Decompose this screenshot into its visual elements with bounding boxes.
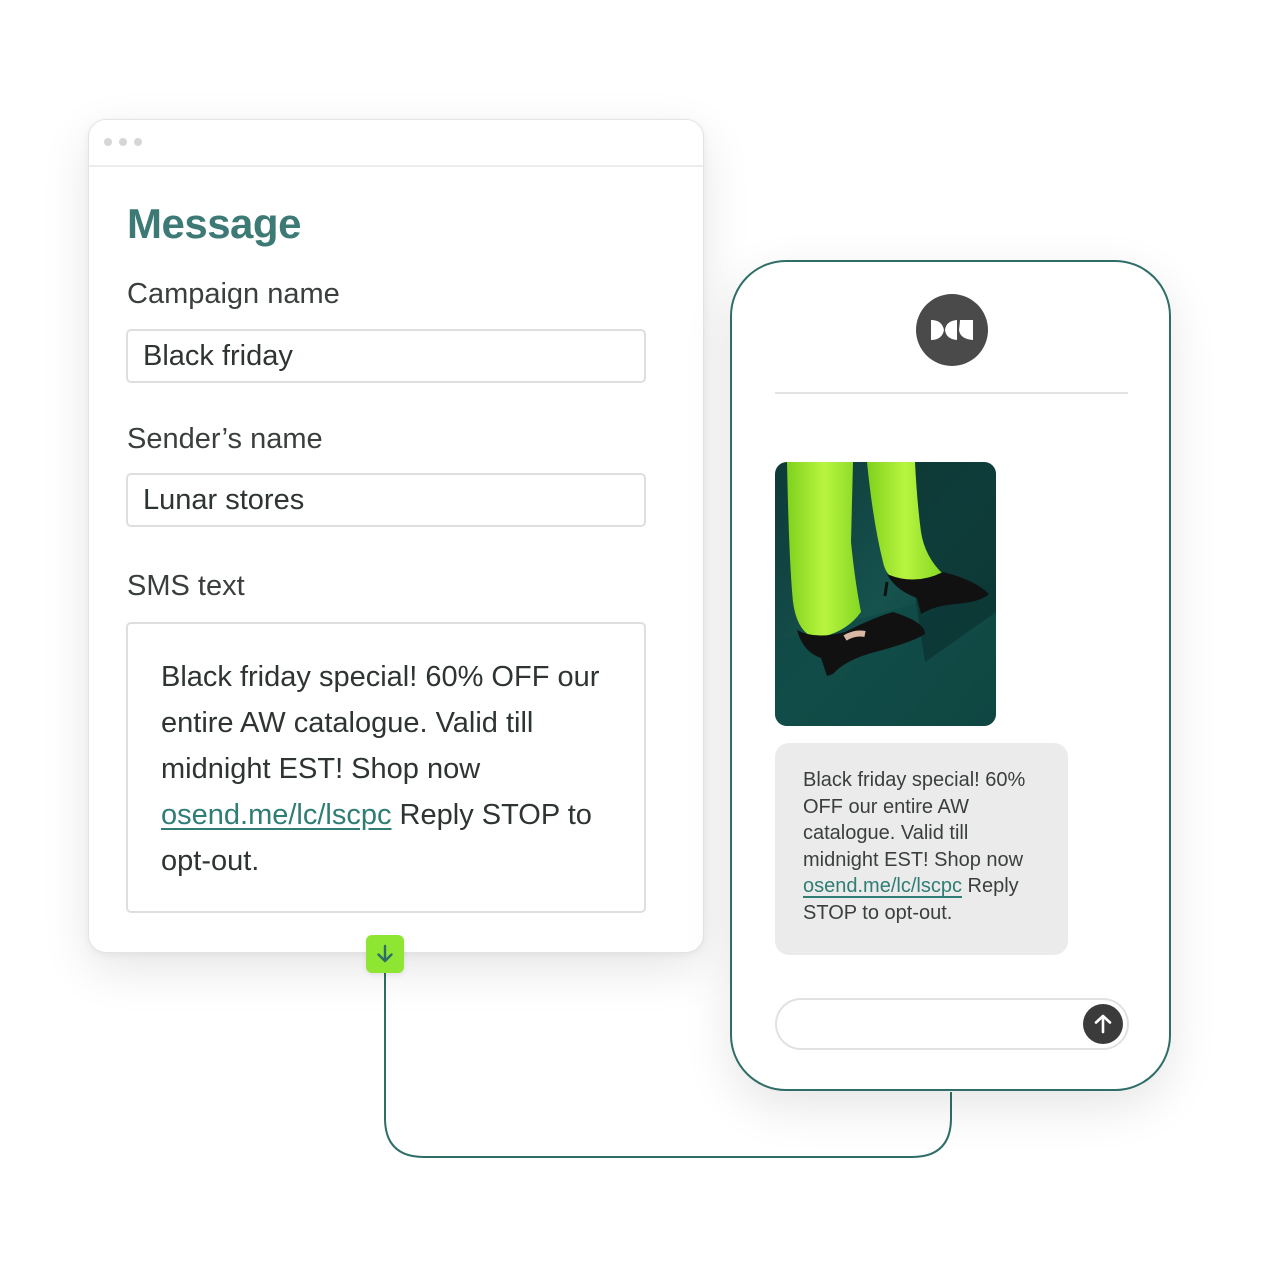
product-image <box>775 462 996 726</box>
bubble-short-link[interactable]: osend.me/lc/lscpc <box>803 875 962 897</box>
window-dot <box>119 138 127 146</box>
message-editor-window: Message Campaign name Black friday Sende… <box>88 119 704 953</box>
phone-divider <box>775 392 1128 394</box>
sender-name-input[interactable]: Lunar stores <box>126 473 646 527</box>
sender-name-label: Sender’s name <box>127 423 323 455</box>
product-photo <box>775 462 996 726</box>
sms-text-body: Black friday special! 60% OFF our entire… <box>161 661 600 785</box>
window-dot <box>134 138 142 146</box>
campaign-name-input[interactable]: Black friday <box>126 329 646 383</box>
sms-short-link[interactable]: osend.me/lc/lscpc <box>161 799 392 831</box>
brand-logo-glyph <box>931 320 973 340</box>
window-dot <box>104 138 112 146</box>
page-title: Message <box>127 200 301 247</box>
compose-input[interactable] <box>775 998 1129 1050</box>
window-titlebar <box>89 120 703 167</box>
sms-text-input[interactable]: Black friday special! 60% OFF our entire… <box>126 622 646 913</box>
send-glyph <box>1094 1014 1112 1034</box>
arrow-down-icon[interactable] <box>366 935 404 973</box>
brand-logo-icon <box>916 294 988 366</box>
phone-preview: Black friday special! 60% OFF our entire… <box>730 260 1171 1091</box>
sms-text-label: SMS text <box>127 570 245 602</box>
sms-bubble: Black friday special! 60% OFF our entire… <box>775 743 1068 955</box>
arrow-down-glyph <box>377 944 393 963</box>
arrow-up-icon[interactable] <box>1083 1004 1123 1044</box>
bubble-text-body: Black friday special! 60% OFF our entire… <box>803 769 1026 871</box>
campaign-name-label: Campaign name <box>127 278 340 310</box>
